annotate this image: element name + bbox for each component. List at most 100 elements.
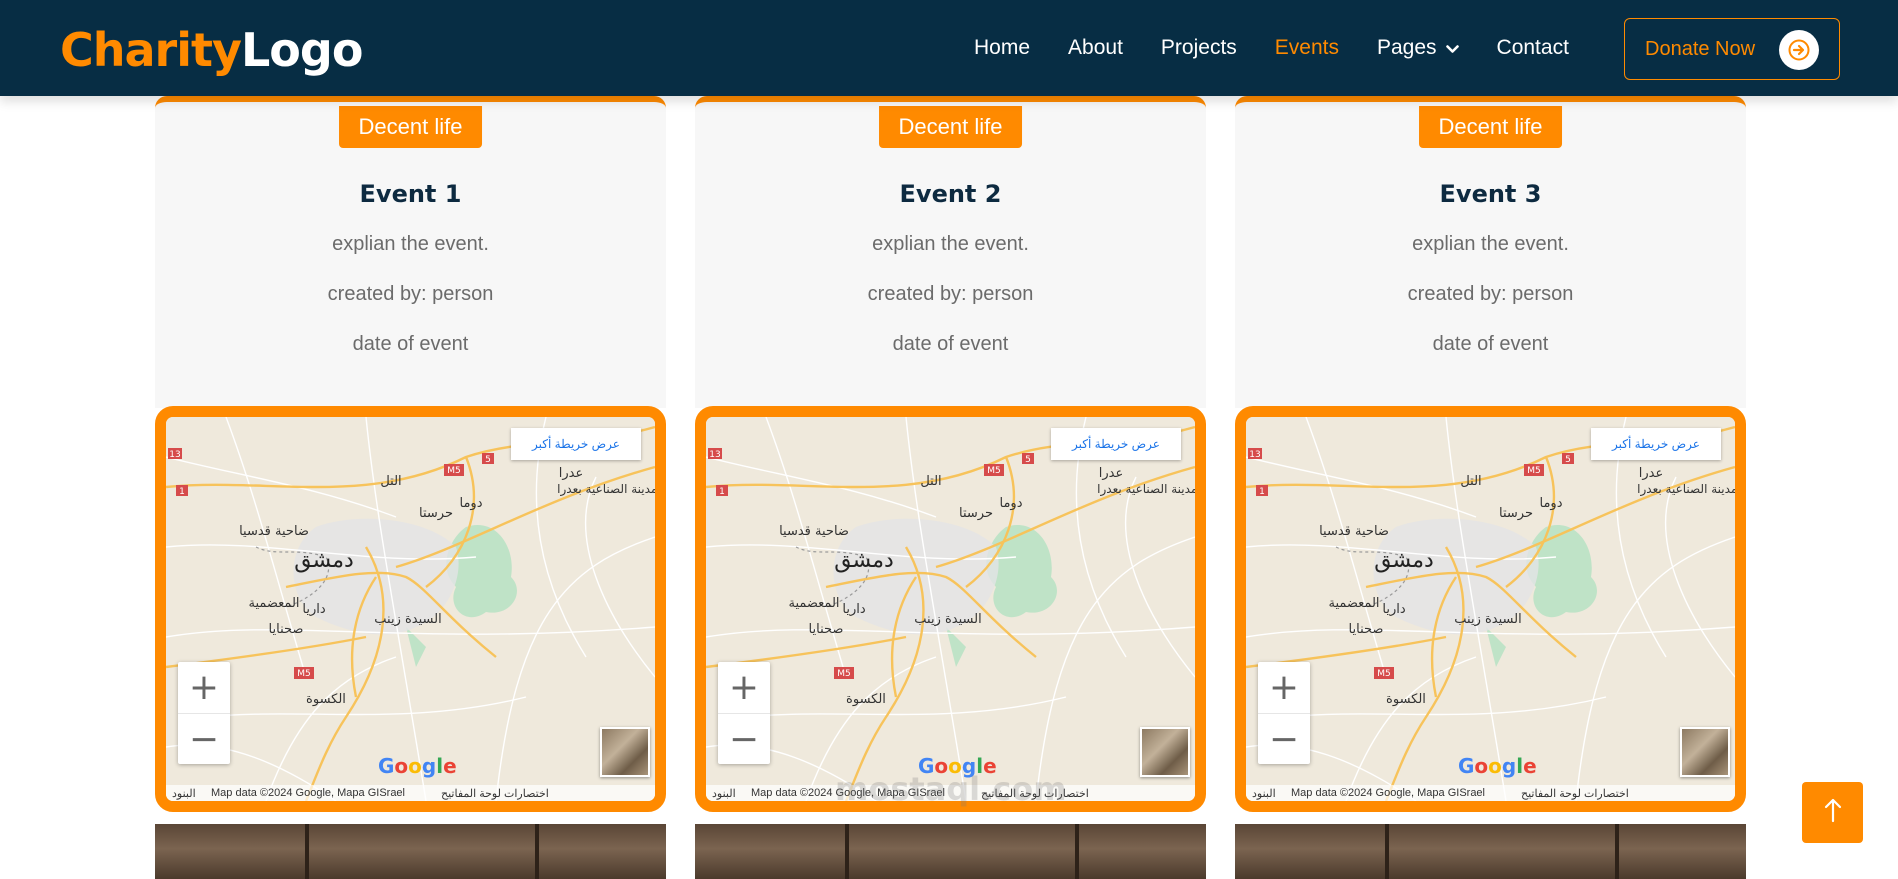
map-label-industrial: المدينة الصناعية بعدرا (557, 482, 655, 497)
event-description: explian the event. (332, 233, 489, 255)
event-card-info: Decent life Event 3 explian the event. c… (1235, 96, 1746, 408)
map-label-sahnaya: صحنايا (269, 622, 304, 637)
map-label-sahnaya: صحنايا (1349, 622, 1384, 637)
zoom-out-button[interactable]: − (718, 713, 770, 764)
view-larger-map-link[interactable]: عرض خريطة أكبر (511, 428, 641, 460)
keyboard-shortcuts-link[interactable]: اختصارات لوحة المفاتيح (441, 787, 549, 800)
zoom-in-button[interactable]: + (178, 662, 230, 713)
svg-text:M5: M5 (297, 669, 311, 679)
map-label-harasta: حرستا (1499, 506, 1533, 521)
map-label-adra: عدرا (1639, 466, 1663, 481)
event-title[interactable]: Event 3 (1235, 180, 1746, 208)
map-label-kiswah: الكسوة (1386, 692, 1426, 707)
map-canvas: 13 1 M5 5 M5 دمشق التل حرستا دوما عدرا ا… (1246, 417, 1735, 801)
nav-pages[interactable]: Pages (1377, 36, 1459, 60)
map-label-douma: دوما (460, 496, 483, 511)
satellite-toggle[interactable] (600, 727, 650, 777)
event-date: date of event (1432, 333, 1549, 355)
map-label-sayyida: السيدة زينب (1454, 612, 1521, 627)
event-card: Decent life Event 1 explian the event. c… (155, 96, 666, 879)
svg-text:13: 13 (169, 450, 180, 460)
event-photo (695, 824, 1206, 879)
event-map[interactable]: 13 1 M5 5 M5 دمشق التل حرستا دوما عدرا ا… (695, 406, 1206, 812)
map-terms-link[interactable]: البنود (712, 787, 736, 800)
category-badge: Decent life (1418, 106, 1563, 148)
map-label-douma: دوما (1000, 496, 1023, 511)
donate-button[interactable]: Donate Now (1624, 18, 1840, 80)
satellite-toggle[interactable] (1680, 727, 1730, 777)
event-creator: created by: person (867, 283, 1034, 305)
nav-about[interactable]: About (1068, 36, 1123, 60)
site-header: CharityLogo Home About Projects Events P… (0, 0, 1898, 96)
scroll-to-top-button[interactable] (1802, 782, 1863, 843)
zoom-controls: + − (718, 662, 770, 764)
map-label-muadamiya: المعضمية (788, 596, 839, 611)
event-creator: created by: person (1407, 283, 1574, 305)
logo[interactable]: CharityLogo (60, 22, 363, 78)
map-label-kiswah: الكسوة (846, 692, 886, 707)
map-terms-link[interactable]: البنود (1252, 787, 1276, 800)
map-canvas: 13 1 M5 5 M5 دمشق التل حرستا دوما عدرا ا… (706, 417, 1195, 801)
zoom-in-button[interactable]: + (718, 662, 770, 713)
satellite-toggle[interactable] (1140, 727, 1190, 777)
map-label-harasta: حرستا (419, 506, 453, 521)
map-label-damascus: دمشق (834, 548, 894, 573)
watermark: mostaql.com (835, 770, 1067, 808)
map-data-attribution: Map data ©2024 Google, Mapa GISrael (1291, 787, 1485, 799)
event-date: date of event (892, 333, 1009, 355)
view-larger-map-link[interactable]: عرض خريطة أكبر (1051, 428, 1181, 460)
map-label-qudsaya: ضاحية قدسيا (779, 524, 849, 539)
main-nav: Home About Projects Events Pages Contact (974, 0, 1607, 96)
map-attribution-bar: البنود Map data ©2024 Google, Mapa GISra… (1246, 785, 1735, 801)
zoom-controls: + − (1258, 662, 1310, 764)
map-canvas: 13 1 M5 5 M5 دمشق التل حرستا دوما عدرا ا… (166, 417, 655, 801)
svg-text:M5: M5 (837, 669, 851, 679)
logo-charity: Charity (60, 23, 242, 77)
nav-events[interactable]: Events (1275, 36, 1339, 60)
map-label-qudsaya: ضاحية قدسيا (239, 524, 309, 539)
map-label-muadamiya: المعضمية (248, 596, 299, 611)
category-badge: Decent life (338, 106, 483, 148)
svg-text:1: 1 (719, 487, 725, 497)
event-card-info: Decent life Event 2 explian the event. c… (695, 96, 1206, 408)
arrow-right-icon (1779, 30, 1819, 70)
svg-text:M5: M5 (1377, 669, 1391, 679)
event-map[interactable]: 13 1 M5 5 M5 دمشق التل حرستا دوما عدرا ا… (1235, 406, 1746, 812)
map-label-industrial: المدينة الصناعية بعدرا (1097, 482, 1195, 497)
event-title[interactable]: Event 2 (695, 180, 1206, 208)
nav-projects[interactable]: Projects (1161, 36, 1237, 60)
svg-text:13: 13 (709, 450, 720, 460)
map-label-adra: عدرا (559, 466, 583, 481)
event-photo (155, 824, 666, 879)
map-label-tal: التل (1460, 474, 1481, 489)
logo-word: Logo (240, 23, 363, 77)
map-label-tal: التل (380, 474, 401, 489)
svg-text:5: 5 (1025, 455, 1031, 465)
donate-label: Donate Now (1645, 37, 1756, 60)
event-description: explian the event. (872, 233, 1029, 255)
google-logo: Google (378, 754, 457, 778)
map-terms-link[interactable]: البنود (172, 787, 196, 800)
event-map[interactable]: 13 1 M5 5 M5 دمشق التل حرستا دوما عدرا ا… (155, 406, 666, 812)
map-label-kiswah: الكسوة (306, 692, 346, 707)
nav-pages-label: Pages (1376, 36, 1437, 59)
svg-text:M5: M5 (987, 466, 1001, 476)
view-larger-map-link[interactable]: عرض خريطة أكبر (1591, 428, 1721, 460)
map-label-industrial: المدينة الصناعية بعدرا (1637, 482, 1735, 497)
zoom-out-button[interactable]: − (1258, 713, 1310, 764)
chevron-down-icon (1445, 36, 1459, 60)
nav-home[interactable]: Home (974, 36, 1030, 60)
keyboard-shortcuts-link[interactable]: اختصارات لوحة المفاتيح (1521, 787, 1629, 800)
map-label-sahnaya: صحنايا (809, 622, 844, 637)
zoom-in-button[interactable]: + (1258, 662, 1310, 713)
nav-contact[interactable]: Contact (1497, 36, 1569, 60)
map-label-daraya: داريا (302, 602, 325, 617)
arrow-up-icon (1823, 797, 1843, 828)
svg-text:5: 5 (1565, 455, 1571, 465)
zoom-out-button[interactable]: − (178, 713, 230, 764)
map-label-adra: عدرا (1099, 466, 1123, 481)
event-title[interactable]: Event 1 (155, 180, 666, 208)
map-label-sayyida: السيدة زينب (914, 612, 981, 627)
svg-text:M5: M5 (447, 466, 461, 476)
map-data-attribution: Map data ©2024 Google, Mapa GISrael (211, 787, 405, 799)
